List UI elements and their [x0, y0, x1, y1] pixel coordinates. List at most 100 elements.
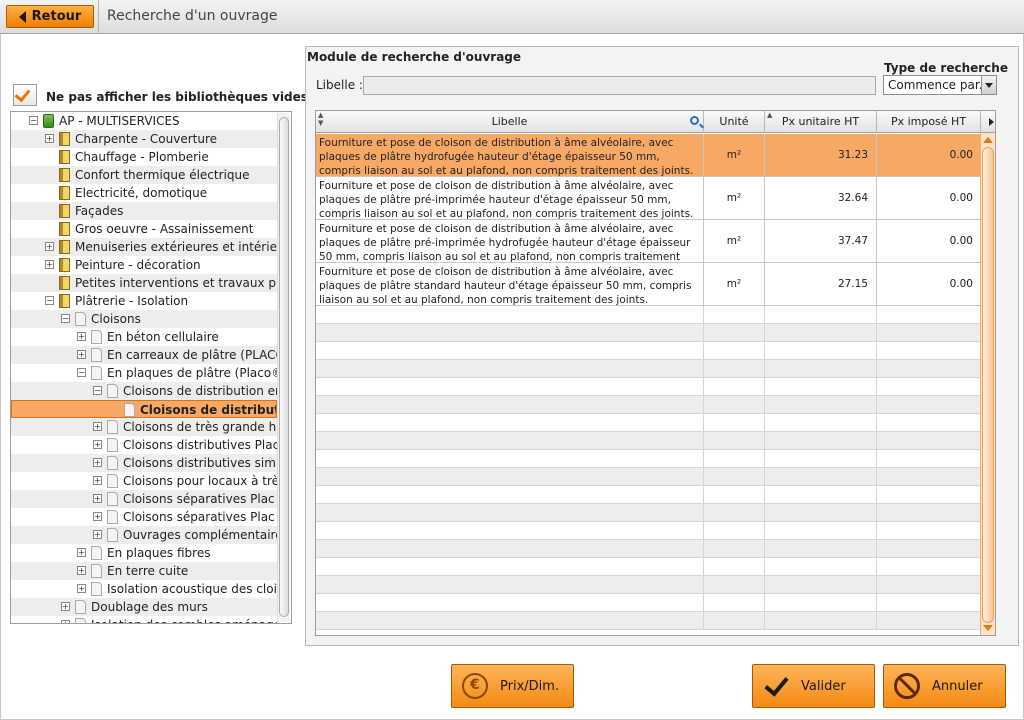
tree-item[interactable]: + Cloisons distributives Plac	[11, 436, 277, 454]
expand-icon[interactable]: +	[77, 566, 86, 575]
tree-item[interactable]: Electricité, domotique	[11, 184, 277, 202]
empty-cell	[765, 612, 877, 630]
tree-item-label: Cloisons séparatives Plac	[123, 492, 275, 506]
table-row[interactable]: Fourniture et pose de cloison de distrib…	[316, 134, 981, 177]
page-icon	[91, 582, 102, 596]
tree-item[interactable]: Petites interventions et travaux prélimi…	[11, 274, 277, 292]
book-icon	[59, 168, 70, 182]
column-header-px-impose[interactable]: Px imposé HT	[877, 111, 981, 133]
search-type-select[interactable]: Commence par...	[883, 75, 997, 95]
empty-cell	[877, 576, 981, 594]
root-icon	[43, 114, 54, 128]
tree-item-label: Gros oeuvre - Assainissement	[75, 222, 254, 236]
collapse-icon[interactable]: −	[61, 314, 70, 323]
tree-item[interactable]: Gros oeuvre - Assainissement	[11, 220, 277, 238]
libelle-search-input[interactable]	[363, 76, 876, 95]
expand-icon[interactable]: +	[45, 242, 54, 251]
collapse-icon[interactable]: −	[93, 386, 102, 395]
expand-icon[interactable]: +	[61, 602, 70, 611]
book-icon	[59, 150, 70, 164]
tree-scrollbar[interactable]	[277, 113, 290, 622]
empty-cell	[704, 558, 765, 576]
expand-icon[interactable]: +	[93, 530, 102, 539]
tree-item[interactable]: − Plâtrerie - Isolation	[11, 292, 277, 310]
expand-icon[interactable]: +	[77, 350, 86, 359]
expand-icon[interactable]: +	[93, 458, 102, 467]
tree-item[interactable]: − Cloisons de distribution en	[11, 382, 277, 400]
empty-cell	[704, 576, 765, 594]
tree-item[interactable]: + Isolation des combles aménagés	[11, 616, 277, 623]
expand-icon[interactable]: +	[93, 494, 102, 503]
table-row[interactable]: Fourniture et pose de cloison de distrib…	[316, 220, 981, 263]
column-header-unite[interactable]: Unité	[704, 111, 765, 133]
tree-item[interactable]: + Cloisons séparatives Plac	[11, 508, 277, 526]
tree-item[interactable]: − En plaques de plâtre (Placo®)	[11, 364, 277, 382]
tree-item[interactable]: + Menuiseries extérieures et intérieures	[11, 238, 277, 256]
expand-icon[interactable]: +	[93, 512, 102, 521]
tree-item-label: Cloisons séparatives Plac	[123, 510, 275, 524]
empty-cell	[316, 504, 704, 522]
tree-item[interactable]: + En carreaux de plâtre (PLACO)	[11, 346, 277, 364]
tree-item[interactable]: + En plaques fibres	[11, 544, 277, 562]
empty-cell	[316, 414, 704, 432]
expand-icon[interactable]: +	[77, 332, 86, 341]
empty-cell	[704, 342, 765, 360]
tree-item[interactable]: + Peinture - décoration	[11, 256, 277, 274]
tree-item-label: Cloisons de distribution	[140, 403, 276, 417]
back-button[interactable]: Retour	[6, 5, 94, 28]
scroll-down-icon[interactable]	[983, 625, 993, 631]
expand-icon[interactable]: +	[93, 422, 102, 431]
tree-item[interactable]: + En béton cellulaire	[11, 328, 277, 346]
search-icon[interactable]	[690, 116, 699, 125]
tree-item[interactable]: + Cloisons distributives sim	[11, 454, 277, 472]
prix-dim-button[interactable]: Prix/Dim.	[451, 664, 574, 708]
tree-item[interactable]: Chauffage - Plomberie	[11, 148, 277, 166]
tree-item[interactable]: + Charpente - Couverture	[11, 130, 277, 148]
tree-item[interactable]: + Cloisons pour locaux à trè	[11, 472, 277, 490]
collapse-icon[interactable]: −	[29, 116, 38, 125]
scroll-up-icon[interactable]	[983, 137, 993, 143]
expand-icon[interactable]: +	[45, 134, 54, 143]
tree-item[interactable]: Cloisons de distribution	[11, 400, 277, 418]
column-menu-button[interactable]	[981, 111, 995, 133]
empty-cell	[704, 594, 765, 612]
tree-item[interactable]: − Cloisons	[11, 310, 277, 328]
annuler-button[interactable]: Annuler	[883, 664, 1006, 708]
column-header-px-unitaire[interactable]: ▲ Px unitaire HT	[765, 111, 877, 133]
expand-icon[interactable]: +	[93, 440, 102, 449]
expand-icon[interactable]: +	[61, 620, 70, 623]
table-row[interactable]: Fourniture et pose de cloison de distrib…	[316, 263, 981, 306]
expand-icon[interactable]: +	[77, 584, 86, 593]
expand-icon[interactable]: +	[77, 548, 86, 557]
expand-icon[interactable]: +	[93, 476, 102, 485]
table-row[interactable]: Fourniture et pose de cloison de distrib…	[316, 177, 981, 220]
cancel-icon	[894, 673, 920, 699]
grid-scrollbar[interactable]	[980, 133, 995, 635]
empty-cell	[765, 306, 877, 324]
tree-item[interactable]: + En terre cuite	[11, 562, 277, 580]
valider-button[interactable]: Valider	[752, 664, 875, 708]
tree-item[interactable]: Façades	[11, 202, 277, 220]
page-icon	[91, 348, 102, 362]
column-header-libelle[interactable]: ▲ ▼ Libelle	[316, 111, 704, 133]
collapse-icon[interactable]: −	[77, 368, 86, 377]
grid-scroll-thumb[interactable]	[982, 147, 994, 623]
tree-item[interactable]: − AP - MULTISERVICES	[11, 112, 277, 130]
expand-icon[interactable]: +	[45, 260, 54, 269]
empty-cell	[316, 558, 704, 576]
chevron-down-icon[interactable]	[981, 76, 996, 94]
tree-item[interactable]: + Cloisons de très grande h	[11, 418, 277, 436]
empty-row	[316, 450, 981, 468]
tree-item[interactable]: + Cloisons séparatives Plac	[11, 490, 277, 508]
tree-scroll-thumb[interactable]	[279, 117, 289, 617]
tree-item[interactable]: + Ouvrages complémentaire	[11, 526, 277, 544]
hide-empty-checkbox[interactable]	[13, 84, 37, 106]
tree-item-label: Façades	[75, 204, 124, 218]
page-icon	[107, 384, 118, 398]
cell-px-unitaire: 31.23	[765, 134, 877, 177]
tree-item[interactable]: Confort thermique électrique	[11, 166, 277, 184]
tree-item[interactable]: + Doublage des murs	[11, 598, 277, 616]
empty-cell	[704, 306, 765, 324]
collapse-icon[interactable]: −	[45, 296, 54, 305]
tree-item[interactable]: + Isolation acoustique des clois	[11, 580, 277, 598]
